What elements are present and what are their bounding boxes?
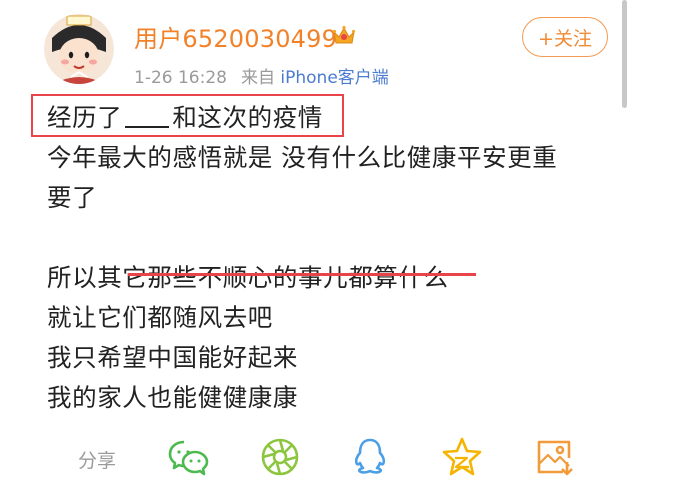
annotation-box	[31, 94, 344, 137]
username[interactable]: 用户6520030499	[134, 19, 337, 54]
qzone-icon[interactable]	[441, 436, 483, 478]
post-line-2: 今年最大的感悟就是 没有什么比健康平安更重	[47, 143, 558, 172]
post-line-3: 要了	[47, 183, 98, 212]
post-line-6: 我只希望中国能好起来	[47, 343, 298, 372]
post-time: 1-26 16:28	[134, 68, 227, 88]
qq-icon[interactable]	[349, 436, 391, 478]
post-meta: 1-26 16:28 来自 iPhone客户端	[134, 63, 389, 88]
annotation-underline	[128, 273, 476, 276]
post-body: 经历了 和这次的疫情 今年最大的感悟就是 没有什么比健康平安更重 要了 所以其它那…	[47, 98, 622, 418]
avatar[interactable]	[44, 14, 114, 84]
empty-line	[47, 218, 622, 258]
avatar-image	[44, 14, 114, 84]
post-line-7: 我的家人也能健健康康	[47, 383, 298, 412]
post-line-5: 就让它们都随风去吧	[47, 303, 273, 332]
vip-crown-icon	[332, 24, 356, 46]
post-line-4: 所以其它那些不顺心的事儿都算什么	[47, 263, 449, 292]
save-image-icon[interactable]	[533, 436, 575, 478]
wechat-icon[interactable]	[167, 436, 209, 478]
share-bar: 分享	[0, 428, 681, 484]
follow-button[interactable]: +关注	[522, 17, 608, 57]
source-prefix: 来自	[240, 68, 275, 88]
share-label: 分享	[78, 450, 117, 472]
post-source[interactable]: iPhone客户端	[280, 68, 388, 88]
scrollbar[interactable]	[622, 0, 627, 108]
moments-icon[interactable]	[259, 436, 301, 478]
